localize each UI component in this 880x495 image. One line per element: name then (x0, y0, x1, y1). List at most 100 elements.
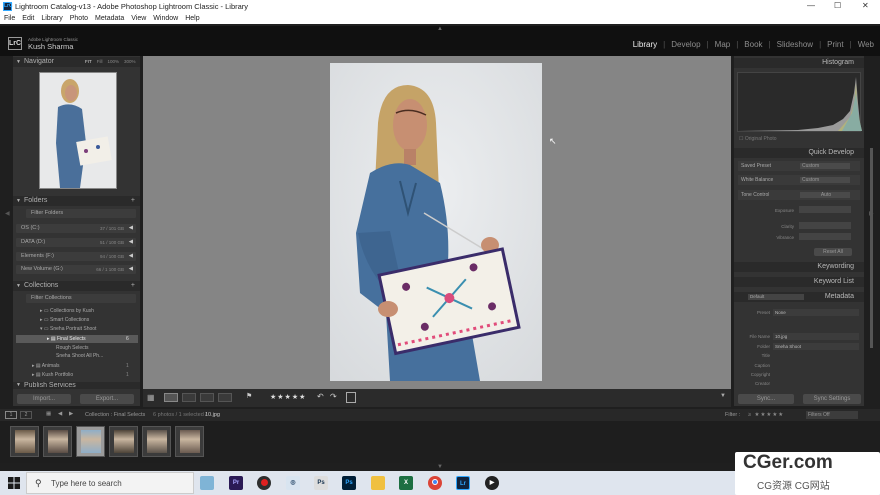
collapse-right-icon[interactable]: ▶ (869, 210, 874, 217)
collection-set[interactable]: ▸ ▭ Collections by Kush (40, 307, 135, 315)
collapse-bottom-icon[interactable]: ▼ (437, 464, 443, 470)
right-scrollbar[interactable] (870, 148, 873, 348)
navigator-preview[interactable] (39, 72, 117, 189)
close-icon[interactable]: ✕ (862, 1, 869, 10)
zoom-fit[interactable]: FIT (85, 59, 92, 64)
menu-edit[interactable]: Edit (22, 15, 34, 22)
flag-icon[interactable]: ⚑ (246, 392, 252, 400)
menu-file[interactable]: File (4, 15, 15, 22)
reset-all-button[interactable]: Reset All (814, 248, 852, 256)
minimize-icon[interactable]: — (807, 1, 815, 10)
vibrance-buttons[interactable] (799, 233, 851, 240)
filmstrip-thumbnail[interactable] (175, 426, 204, 457)
sync-settings-button[interactable]: Sync Settings (803, 394, 861, 404)
photoshop-doc-icon[interactable]: Ps (314, 476, 328, 490)
grid-icon[interactable]: ▦ (46, 411, 51, 417)
folder-row[interactable]: DATA (D:) 51 / 100 GB ◀ (16, 238, 136, 247)
collection-item[interactable]: ▸ ▤ Animals 1 (32, 362, 136, 370)
toolbar-menu-icon[interactable]: ▼ (720, 393, 726, 399)
filters-select[interactable]: Filters Off (806, 411, 858, 419)
chrome-icon[interactable] (428, 476, 442, 490)
file-name-field[interactable]: 10.jpg (773, 333, 859, 340)
windows-start-icon[interactable] (8, 477, 20, 489)
photoshop-icon[interactable]: Ps (342, 476, 356, 490)
menu-help[interactable]: Help (185, 15, 199, 22)
auto-tone-button[interactable]: Auto (800, 192, 850, 198)
recorder-icon[interactable] (257, 476, 271, 490)
metadata-set-select[interactable]: Default (748, 294, 804, 300)
folders-header[interactable]: Folders+ (13, 196, 140, 206)
menu-window[interactable]: Window (153, 15, 178, 22)
menu-photo[interactable]: Photo (70, 15, 88, 22)
publish-services-header[interactable]: Publish Services (13, 382, 140, 389)
module-print[interactable]: Print (827, 40, 843, 49)
zoom-100[interactable]: 100% (108, 59, 120, 64)
collection-item[interactable]: Sneha Shoot All Ph... (56, 352, 136, 360)
module-map[interactable]: Map (715, 40, 731, 49)
filmstrip-source[interactable]: Collection : Final Selects (85, 412, 145, 418)
collection-set[interactable]: ▸ ▭ Smart Collections (40, 316, 135, 324)
module-web[interactable]: Web (858, 40, 874, 49)
histogram-header[interactable]: Histogram (734, 58, 864, 68)
module-develop[interactable]: Develop (671, 40, 700, 49)
module-library[interactable]: Library (633, 40, 657, 49)
primary-window-button[interactable]: 1 (5, 411, 17, 419)
menu-view[interactable]: View (131, 15, 146, 22)
current-file[interactable]: 10.jpg (205, 412, 220, 418)
lightroom-taskbar-icon[interactable]: Lr (456, 476, 470, 490)
import-button[interactable]: Import... (17, 394, 71, 404)
survey-view-icon[interactable] (200, 393, 214, 402)
folder-row[interactable]: Elements (F:) 94 / 100 GB ◀ (16, 252, 136, 261)
filmstrip-thumbnail[interactable] (10, 426, 39, 457)
folder-field[interactable]: Sneha Shoot (773, 343, 859, 350)
clarity-buttons[interactable] (799, 222, 851, 229)
collection-item[interactable]: Rough Selects (56, 344, 136, 352)
folder-row[interactable]: New Volume (G:) 66 / 1 100 GB ◀ (16, 265, 136, 274)
white-balance-select[interactable]: Custom (800, 177, 850, 183)
folder-row[interactable]: OS (C:) 37 / 101 GB ◀ (16, 224, 136, 233)
grid-view-icon[interactable]: ▦ (147, 393, 157, 402)
zoom-fill[interactable]: Fill (97, 59, 103, 64)
task-view-icon[interactable] (200, 476, 214, 490)
module-slideshow[interactable]: Slideshow (777, 40, 813, 49)
premiere-pro-icon[interactable]: Pr (229, 476, 243, 490)
star-rating[interactable]: ★★★★★ (270, 393, 306, 401)
collapse-left-icon[interactable]: ◀ (5, 210, 10, 217)
back-icon[interactable]: ◀ (58, 411, 62, 417)
sync-button[interactable]: Sync... (738, 394, 794, 404)
zoom-300[interactable]: 300% (124, 59, 136, 64)
filmstrip-thumbnail[interactable] (142, 426, 171, 457)
original-photo-checkbox[interactable]: ☐ Original Photo (739, 136, 777, 142)
taskbar-search-box[interactable]: ⚲ Type here to search (26, 472, 194, 494)
collapse-top-icon[interactable]: ▲ (437, 26, 443, 32)
forward-icon[interactable]: ▶ (69, 411, 73, 417)
collections-filter[interactable]: Filter Collections (26, 294, 136, 303)
main-photo[interactable] (330, 63, 542, 381)
filmstrip-thumbnail[interactable] (76, 426, 105, 457)
filmstrip-thumbnail[interactable] (109, 426, 138, 457)
menu-library[interactable]: Library (41, 15, 62, 22)
crop-overlay-icon[interactable] (346, 392, 356, 403)
keywording-header[interactable]: Keywording (734, 262, 864, 272)
maximize-icon[interactable]: ☐ (834, 1, 841, 10)
collection-item-selected[interactable]: ▸ ▤ Final Selects 6 (16, 335, 138, 343)
media-player-icon[interactable]: ▶ (485, 476, 499, 490)
file-explorer-icon[interactable] (371, 476, 385, 490)
saved-preset-select[interactable]: Custom (800, 163, 850, 169)
collection-item[interactable]: ▸ ▤ Kush Portfolio 1 (32, 371, 136, 379)
export-button[interactable]: Export... (80, 394, 134, 404)
exposure-buttons[interactable] (799, 206, 851, 213)
app-icon[interactable]: ◎ (286, 476, 300, 490)
metadata-preset-select[interactable]: None (773, 309, 859, 316)
secondary-window-button[interactable]: 2 (20, 411, 32, 419)
loupe-view-icon[interactable] (164, 393, 178, 402)
menu-metadata[interactable]: Metadata (95, 15, 124, 22)
folders-filter[interactable]: Filter Folders (26, 209, 136, 218)
people-view-icon[interactable] (218, 393, 232, 402)
collection-set[interactable]: ▾ ▭ Sneha Portrait Shoot (40, 325, 135, 333)
filmstrip-thumbnail[interactable] (43, 426, 72, 457)
keyword-list-header[interactable]: Keyword List (734, 277, 864, 287)
module-book[interactable]: Book (744, 40, 762, 49)
rotate-left-icon[interactable]: ↶ (317, 392, 324, 401)
rotate-right-icon[interactable]: ↷ (330, 392, 337, 401)
